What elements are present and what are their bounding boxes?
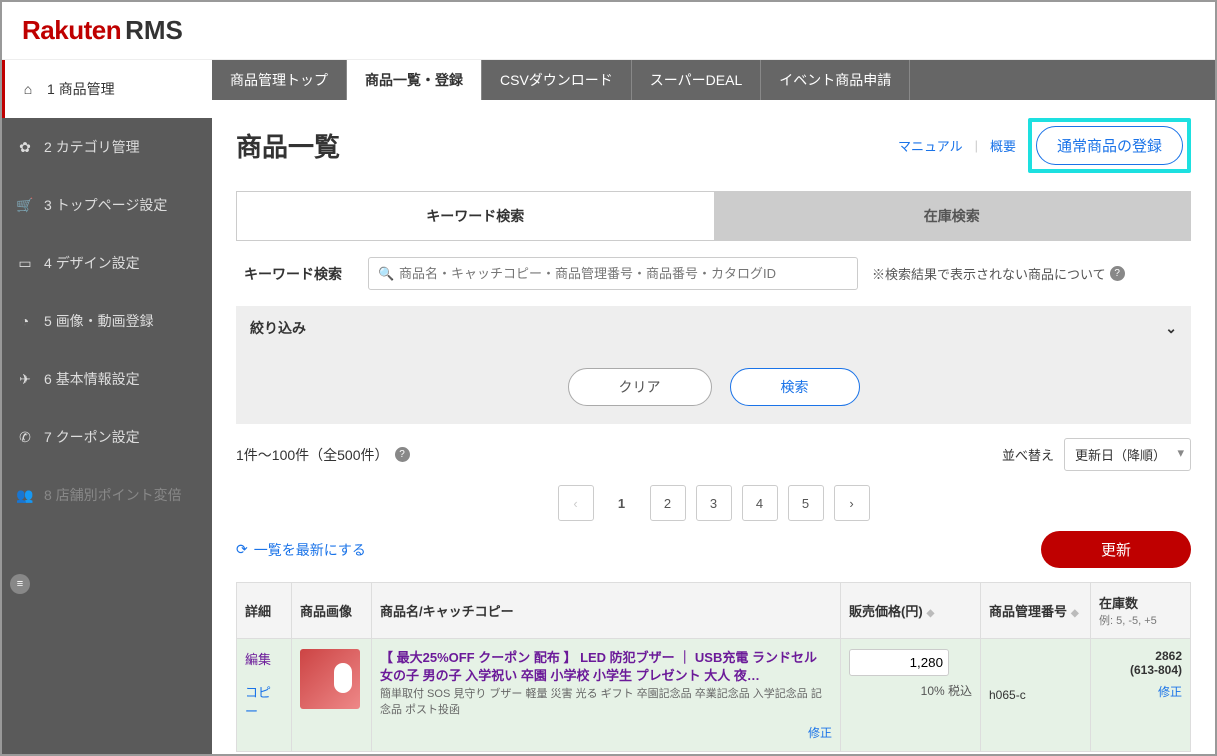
- logo-sub: RMS: [125, 15, 183, 45]
- menu-icon[interactable]: ≡: [10, 574, 30, 594]
- clear-button[interactable]: クリア: [568, 368, 712, 406]
- sort-icon: ◆: [927, 608, 935, 619]
- price-input[interactable]: [849, 649, 949, 676]
- edit-link[interactable]: 編集: [245, 649, 283, 668]
- page-1[interactable]: 1: [604, 485, 640, 521]
- register-button[interactable]: 通常商品の登録: [1036, 126, 1183, 165]
- chart-icon: ◔: [14, 313, 36, 329]
- tabbar: 商品管理トップ 商品一覧・登録 CSVダウンロード スーパーDEAL イベント商…: [212, 60, 1215, 100]
- cart-icon: 🛒: [14, 197, 36, 214]
- tax-label: 10% 税込: [849, 682, 972, 699]
- th-name: 商品名/キャッチコピー: [372, 583, 841, 639]
- searchtab-keyword[interactable]: キーワード検索: [237, 192, 714, 240]
- gear-icon: ✿: [14, 139, 36, 156]
- help-icon[interactable]: ?: [1110, 266, 1125, 281]
- search-input[interactable]: [368, 257, 858, 290]
- logo-brand: Rakuten: [22, 15, 121, 45]
- sort-select[interactable]: 更新日（降順）: [1064, 438, 1191, 471]
- stock-detail: (613-804): [1099, 663, 1182, 677]
- tab-event[interactable]: イベント商品申請: [761, 60, 910, 100]
- sidebar-item-products[interactable]: ⌂ 1 商品管理: [2, 60, 212, 118]
- sidebar-item-category[interactable]: ✿ 2 カテゴリ管理: [2, 118, 212, 176]
- table-row: 編集 コピー 【 最大25%OFF クーポン 配布 】 LED 防犯ブザー ｜ …: [237, 639, 1191, 752]
- searchtab-stock[interactable]: 在庫検索: [714, 192, 1191, 240]
- sort-icon: ◆: [1071, 608, 1079, 619]
- help-icon[interactable]: ?: [395, 447, 410, 462]
- stock-value: 2862: [1099, 649, 1182, 663]
- search-icon: 🔍: [378, 266, 394, 282]
- page-2[interactable]: 2: [650, 485, 686, 521]
- send-icon: ✈: [14, 371, 36, 388]
- logo: RakutenRMS: [22, 15, 183, 46]
- sidebar-item-basic[interactable]: ✈ 6 基本情報設定: [2, 350, 212, 408]
- tab-superdeal[interactable]: スーパーDEAL: [632, 60, 761, 100]
- page-5[interactable]: 5: [788, 485, 824, 521]
- header: RakutenRMS: [2, 2, 1215, 60]
- page-4[interactable]: 4: [742, 485, 778, 521]
- search-label: キーワード検索: [244, 264, 354, 284]
- page-3[interactable]: 3: [696, 485, 732, 521]
- refresh-icon: ⟳: [236, 541, 248, 558]
- th-price[interactable]: 販売価格(円)◆: [841, 583, 981, 639]
- th-stock: 在庫数例: 5, -5, +5: [1091, 583, 1191, 639]
- users-icon: 👥: [14, 487, 36, 504]
- th-sku[interactable]: 商品管理番号◆: [981, 583, 1091, 639]
- home-icon: ⌂: [17, 81, 39, 97]
- sidebar-item-coupon[interactable]: ✆ 7 クーポン設定: [2, 408, 212, 466]
- sidebar-item-points[interactable]: 👥 8 店舗別ポイント変倍: [2, 466, 212, 524]
- product-thumb[interactable]: [300, 649, 360, 709]
- page-title: 商品一覧: [236, 127, 340, 164]
- result-count: 1件〜100件（全500件）: [236, 445, 389, 465]
- sidebar-item-design[interactable]: ▭ 4 デザイン設定: [2, 234, 212, 292]
- refresh-link[interactable]: ⟳ 一覧を最新にする: [236, 540, 366, 560]
- sort-label: 並べ替え: [1002, 445, 1054, 464]
- page-next[interactable]: ›: [834, 485, 870, 521]
- register-highlight: 通常商品の登録: [1028, 118, 1191, 173]
- chevron-down-icon: ⌄: [1165, 320, 1177, 337]
- fix-link[interactable]: 修正: [1099, 683, 1182, 700]
- filter-toggle[interactable]: 絞り込み ⌄: [236, 306, 1191, 350]
- sidebar-item-media[interactable]: ◔ 5 画像・動画登録: [2, 292, 212, 350]
- pagination: ‹ 1 2 3 4 5 ›: [236, 485, 1191, 521]
- bell-icon: ✆: [14, 429, 36, 446]
- th-detail: 詳細: [237, 583, 292, 639]
- update-button[interactable]: 更新: [1041, 531, 1191, 568]
- product-desc: 簡単取付 SOS 見守り ブザー 軽量 災害 光る ギフト 卒園記念品 卒業記念…: [380, 687, 832, 718]
- product-title[interactable]: 【 最大25%OFF クーポン 配布 】 LED 防犯ブザー ｜ USB充電 ラ…: [380, 649, 832, 685]
- sidebar-item-toppage[interactable]: 🛒 3 トップページ設定: [2, 176, 212, 234]
- sidebar: ⌂ 1 商品管理 ✿ 2 カテゴリ管理 🛒 3 トップページ設定 ▭ 4 デザイ…: [2, 60, 212, 754]
- layout-icon: ▭: [14, 255, 36, 272]
- tab-top[interactable]: 商品管理トップ: [212, 60, 347, 100]
- search-note: ※検索結果で表示されない商品について ?: [872, 264, 1125, 283]
- product-table: 詳細 商品画像 商品名/キャッチコピー 販売価格(円)◆ 商品管理番号◆ 在庫数…: [236, 582, 1191, 752]
- tab-list-register[interactable]: 商品一覧・登録: [347, 60, 482, 100]
- sku-cell: h065-c: [981, 639, 1091, 752]
- tab-csv[interactable]: CSVダウンロード: [482, 60, 632, 100]
- manual-link[interactable]: マニュアル: [898, 136, 963, 155]
- page-prev[interactable]: ‹: [558, 485, 594, 521]
- search-button[interactable]: 検索: [730, 368, 860, 406]
- th-image: 商品画像: [292, 583, 372, 639]
- overview-link[interactable]: 概要: [990, 136, 1016, 155]
- fix-link[interactable]: 修正: [380, 724, 832, 741]
- copy-link[interactable]: コピー: [245, 682, 283, 720]
